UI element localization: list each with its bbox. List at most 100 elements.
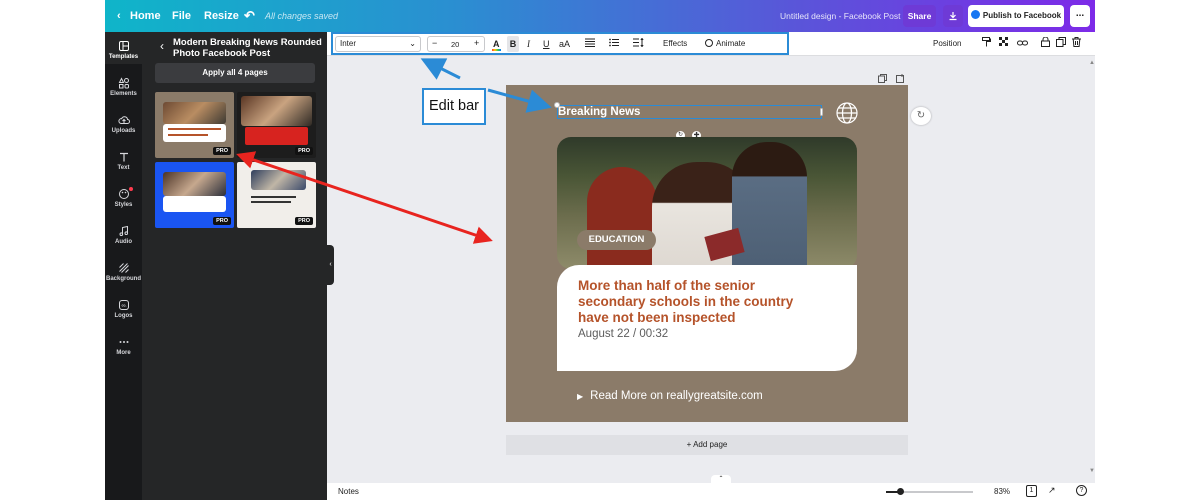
thumbnail-card [163,196,226,212]
panel-collapse-handle[interactable]: ‹ [327,245,334,285]
elements-icon [118,77,129,89]
position-button[interactable]: Position [933,32,961,56]
chevron-left-icon[interactable]: ‹ [117,0,121,32]
facebook-icon [970,10,980,19]
resize-handle[interactable] [820,108,823,116]
thumbnail-card [163,124,226,142]
collapse-chevron-icon[interactable]: ⌃ [711,475,731,483]
canvas-scrollbar[interactable]: ▲ ▼ [1088,56,1095,483]
resize-button[interactable]: Resize [204,0,239,32]
edit-bar-annotation-text: Edit bar [429,98,479,114]
rail-item-logos[interactable]: co. Logos [105,299,142,319]
globe-icon[interactable] [836,102,858,129]
headline-line: More than half of the senior [578,278,756,293]
rail-item-background[interactable]: Background [105,262,142,282]
rail-label: More [116,350,131,356]
rail-label: Logos [114,313,133,319]
resize-handle[interactable] [554,102,560,108]
fullscreen-icon[interactable]: ↗ [1048,485,1056,496]
bottom-bar: ⌃ Notes 83% 1 ↗ ? [327,475,1095,500]
styles-icon [118,189,129,199]
thumbnail-photo [163,172,226,196]
headline-text-box[interactable]: Breaking News [554,102,823,119]
design-title[interactable]: Untitled design - Facebook Post [780,0,900,32]
edit-bar-annotation-label: Edit bar [422,88,486,125]
lock-icon[interactable] [1041,32,1050,56]
thumbnail-photo [241,96,312,126]
rail-item-styles[interactable]: Styles [105,187,142,208]
zoom-level[interactable]: 83% [994,487,1010,496]
undo-icon[interactable]: ↶ [244,0,255,32]
breaking-news-text[interactable]: Breaking News [558,106,640,118]
page-number: 1 [1029,487,1034,494]
thumbnail-card [245,127,308,145]
thumbnail-photo [163,102,226,124]
template-thumbnail[interactable]: PRO [237,92,316,158]
thumbnail-text [251,201,291,203]
post-date[interactable]: August 22 / 00:32 [578,328,668,340]
template-title: Modern Breaking News Rounded Photo Faceb… [173,37,322,59]
headline-card[interactable]: More than half of the senior secondary s… [557,265,857,371]
rail-item-uploads[interactable]: Uploads [105,114,142,134]
rail-label: Templates [108,54,139,60]
photo-person-left [587,167,657,269]
template-thumbnail[interactable]: PRO [155,162,234,228]
more-options-button[interactable]: ... [1070,5,1090,27]
rail-item-more[interactable]: More [105,336,142,356]
zoom-slider[interactable] [886,488,973,495]
thumbnail-photo [251,170,306,190]
share-button[interactable]: Share [903,5,936,27]
transparency-icon[interactable] [999,32,1009,56]
design-canvas[interactable]: Breaking News ↻ ✚ EDUCATION More than ha… [506,85,908,422]
publish-label: Publish to Facebook [982,11,1062,20]
pro-badge: PRO [295,147,313,155]
rail-item-text[interactable]: Text [105,151,142,171]
apply-all-pages-button[interactable]: Apply all 4 pages [155,63,315,83]
education-tag-label: EDUCATION [588,234,645,245]
duplicate-icon[interactable] [1056,32,1066,56]
rail-label: Uploads [111,128,136,134]
templates-panel: ‹ Modern Breaking News Rounded Photo Fac… [142,32,327,500]
uploads-icon [117,116,130,124]
read-more-line[interactable]: ▶ Read More on reallygreatsite.com [577,390,763,402]
home-button[interactable]: Home [130,0,161,32]
paint-roller-icon[interactable] [982,32,991,56]
rail-label: Styles [114,202,133,208]
education-tag[interactable]: EDUCATION [577,230,656,250]
page-count-icon[interactable]: 1 [1026,485,1037,497]
play-icon: ▶ [577,392,584,401]
more-icon [119,341,128,343]
rail-label: Background [105,276,141,282]
pro-badge: PRO [295,217,313,225]
audio-icon [119,225,128,236]
read-more-text: Read More on reallygreatsite.com [590,390,763,402]
rail-item-elements[interactable]: Elements [105,77,142,97]
download-icon[interactable] [943,5,963,27]
file-menu[interactable]: File [172,0,191,32]
logos-icon: co. [118,300,129,310]
trash-icon[interactable] [1072,32,1081,56]
templates-icon [118,41,129,51]
left-rail: Templates Elements Uploads Text Styles A… [105,32,142,500]
save-status: All changes saved [265,11,339,21]
headline-text[interactable]: More than half of the senior secondary s… [578,278,793,326]
publish-to-facebook-button[interactable]: Publish to Facebook [968,5,1064,27]
refresh-icon[interactable]: ↻ [911,107,931,125]
rail-item-audio[interactable]: Audio [105,225,142,245]
rail-label: Elements [110,91,137,97]
edit-bar-highlight [331,32,789,55]
styles-notification-dot [129,187,133,191]
add-page-button[interactable]: + Add page [506,435,908,455]
back-chevron-icon[interactable]: ‹ [160,39,164,53]
link-icon[interactable] [1017,32,1028,56]
rail-item-templates[interactable]: Templates [105,40,142,60]
canva-editor: ‹ Home File Resize ↶ All changes saved U… [105,0,1095,500]
headline-line: have not been inspected [578,310,736,325]
template-thumbnail[interactable]: PRO [237,162,316,228]
svg-text:co.: co. [121,304,126,308]
zoom-slider-thumb[interactable] [897,488,904,495]
rail-label: Audio [115,239,132,245]
help-icon[interactable]: ? [1076,485,1087,496]
template-thumbnail[interactable]: PRO [155,92,234,158]
notes-button[interactable]: Notes [338,487,359,496]
